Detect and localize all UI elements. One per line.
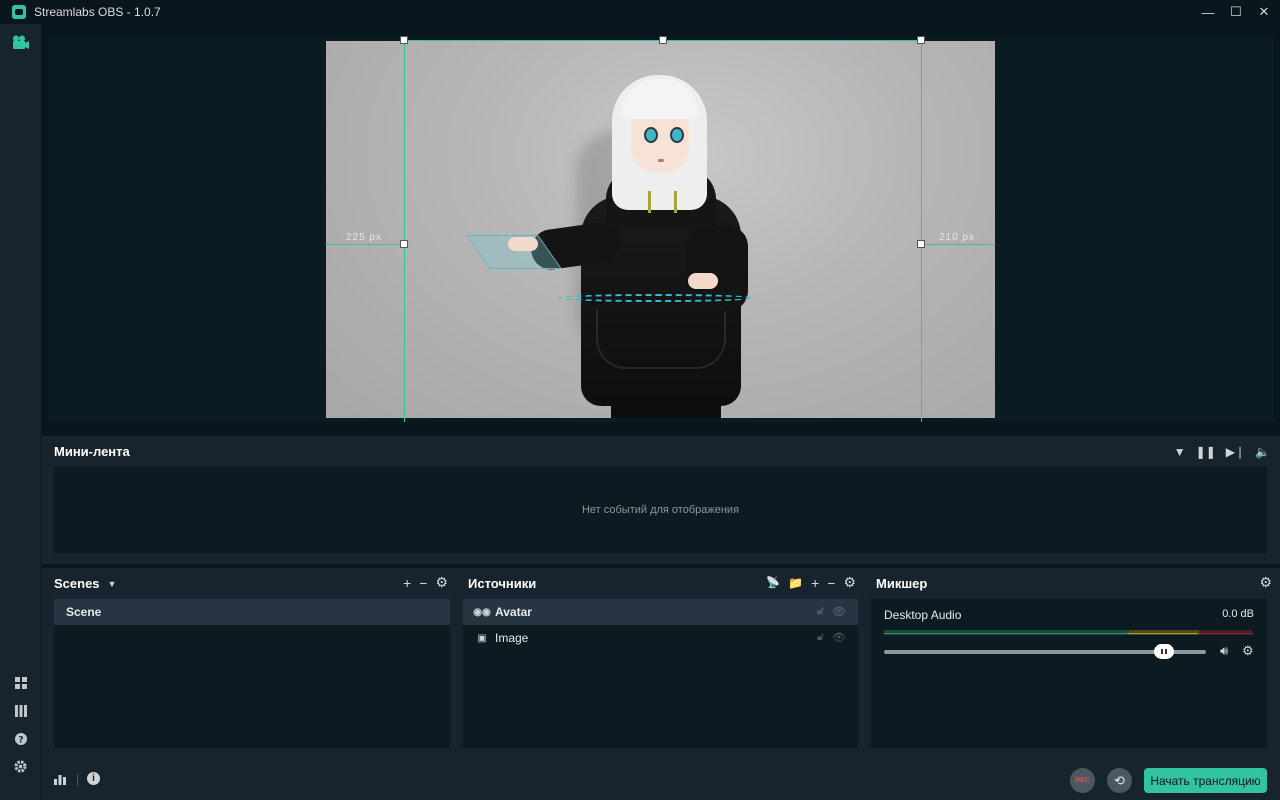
scene-preview[interactable]: 225 px 210 px — [48, 36, 1274, 422]
source-item-label: Avatar — [495, 605, 532, 619]
source-row-tools: 🔓︎ 👁︎ — [817, 605, 846, 618]
visibility-eye-icon[interactable]: 👁︎ — [832, 631, 846, 644]
add-source-icon[interactable]: + — [811, 575, 819, 591]
title-bar: Streamlabs OBS - 1.0.7 — ☐ ✕ — [0, 0, 1280, 24]
character-eye-left — [644, 127, 658, 143]
offset-right-label: 210 px — [939, 232, 976, 243]
streamlabs-logo-icon — [12, 5, 26, 19]
source-item-image[interactable]: ▣ Image 🔓︎ 👁︎ — [463, 625, 858, 651]
offset-guide-left — [326, 244, 404, 245]
offset-guide-right — [921, 244, 995, 245]
scene-item-label: Scene — [66, 605, 102, 619]
remove-source-icon[interactable]: − — [827, 575, 835, 591]
info-icon[interactable]: i — [87, 772, 100, 785]
selective-recording-icon[interactable]: 📡 — [766, 576, 780, 589]
settings-gear-icon[interactable] — [12, 758, 29, 775]
mini-feed-panel: Мини-лента ▼ ❚❚ ▶❘ 🔈 Нет событий для ото… — [42, 436, 1280, 564]
resize-handle-top-left[interactable] — [400, 36, 408, 44]
sources-list: ◉◉ Avatar 🔓︎ 👁︎ ▣ Image 🔓︎ 👁︎ — [463, 599, 858, 748]
minimize-button[interactable]: — — [1196, 0, 1220, 24]
holographic-ring — [558, 294, 754, 302]
scenes-list: Scene — [54, 599, 450, 748]
hoodie-drawstring — [674, 191, 677, 213]
performance-stats-icon[interactable] — [54, 773, 66, 788]
character-hand-left — [508, 237, 538, 251]
replay-buffer-button[interactable]: ⟲ — [1107, 768, 1132, 793]
feed-empty-message: Нет событий для отображения — [581, 504, 740, 516]
layout-grid-icon[interactable] — [12, 674, 29, 691]
meter-scale-line — [884, 633, 1253, 634]
mixer-settings-gear-icon[interactable]: ⚙ — [1259, 574, 1272, 591]
source-row-tools: 🔓︎ 👁︎ — [817, 631, 846, 644]
source-item-avatar[interactable]: ◉◉ Avatar 🔓︎ 👁︎ — [463, 599, 858, 625]
footer-bar: i REC ⟲ Начать трансляцию — [42, 761, 1280, 800]
mixer-channel-list: Desktop Audio 0.0 dB 🔊︎ ⚙ — [871, 599, 1267, 748]
add-folder-icon[interactable]: 📁 — [788, 576, 803, 590]
hoodie-pocket — [596, 309, 726, 369]
window-controls: — ☐ ✕ — [1196, 0, 1280, 24]
hoodie-drawstring — [648, 191, 651, 213]
character-eye-right — [670, 127, 684, 143]
scenes-toolbar: + − ⚙ — [403, 574, 448, 591]
maximize-button[interactable]: ☐ — [1224, 0, 1248, 24]
scenes-title-text: Scenes — [54, 576, 100, 591]
speaker-volume-icon[interactable]: 🔊︎ — [1220, 643, 1228, 659]
avatar-icon: ◉◉ — [473, 606, 491, 618]
layout-editor-icon[interactable] — [12, 702, 29, 719]
mini-feed-controls: ▼ ❚❚ ▶❘ 🔈 — [1174, 445, 1270, 459]
footer-divider — [77, 774, 78, 786]
sources-title: Источники — [468, 576, 537, 591]
sources-dock: Источники 📡 📁 + − ⚙ ◉◉ Avatar 🔓︎ 👁︎ ▣ Im… — [456, 568, 864, 761]
offset-left-label: 225 px — [346, 232, 383, 243]
skip-alert-icon[interactable]: ▶❘ — [1226, 445, 1245, 459]
channel-name: Desktop Audio — [884, 608, 962, 622]
lock-icon[interactable]: 🔓︎ — [817, 631, 824, 644]
add-scene-icon[interactable]: + — [403, 575, 411, 591]
chevron-down-icon[interactable]: ▼ — [108, 579, 117, 589]
mini-feed-list: Нет событий для отображения — [54, 467, 1267, 553]
mixer-toolbar: ⚙ — [1259, 574, 1272, 591]
studio-mode-camera-icon[interactable] — [12, 34, 29, 51]
record-button[interactable]: REC — [1070, 768, 1095, 793]
scenes-dock: Scenes ▼ + − ⚙ Scene — [42, 568, 456, 761]
filter-icon[interactable]: ▼ — [1174, 445, 1186, 459]
resize-handle-top[interactable] — [659, 36, 667, 44]
scenes-title[interactable]: Scenes ▼ — [54, 576, 116, 591]
scene-settings-gear-icon[interactable]: ⚙ — [435, 574, 448, 591]
volume-slider-handle[interactable] — [1154, 644, 1175, 659]
go-live-button[interactable]: Начать трансляцию — [1144, 768, 1267, 793]
channel-level: 0.0 dB — [1222, 608, 1254, 620]
source-settings-gear-icon[interactable]: ⚙ — [843, 574, 856, 591]
mute-volume-icon[interactable]: 🔈 — [1255, 445, 1270, 459]
lock-icon[interactable]: 🔓︎ — [817, 605, 824, 618]
help-icon[interactable]: ? — [12, 730, 29, 747]
mixer-title: Микшер — [876, 576, 928, 591]
resize-handle-right[interactable] — [917, 240, 925, 248]
character-legs — [611, 401, 721, 418]
mini-feed-title: Мини-лента — [54, 444, 130, 459]
sidebar: ? — [0, 24, 41, 800]
avatar-preview-image[interactable] — [326, 41, 995, 418]
window-title: Streamlabs OBS - 1.0.7 — [34, 5, 161, 19]
character-hand-right — [688, 273, 718, 289]
source-item-label: Image — [495, 631, 529, 645]
remove-scene-icon[interactable]: − — [419, 575, 427, 591]
sources-toolbar: 📡 📁 + − ⚙ — [766, 574, 856, 591]
mixer-dock: Микшер ⚙ Desktop Audio 0.0 dB 🔊︎ ⚙ — [864, 568, 1280, 761]
character-mouth — [658, 159, 664, 162]
visibility-eye-icon[interactable]: 👁︎ — [832, 605, 846, 618]
image-icon: ▣ — [477, 632, 487, 644]
selection-edge-left — [404, 40, 405, 422]
resize-handle-left[interactable] — [400, 240, 408, 248]
pause-icon[interactable]: ❚❚ — [1196, 445, 1216, 459]
svg-text:?: ? — [18, 735, 23, 745]
scene-item[interactable]: Scene — [54, 599, 450, 625]
selection-edge-right — [921, 40, 922, 422]
resize-handle-top-right[interactable] — [917, 36, 925, 44]
close-button[interactable]: ✕ — [1252, 0, 1276, 24]
channel-settings-gear-icon[interactable]: ⚙ — [1242, 643, 1254, 659]
